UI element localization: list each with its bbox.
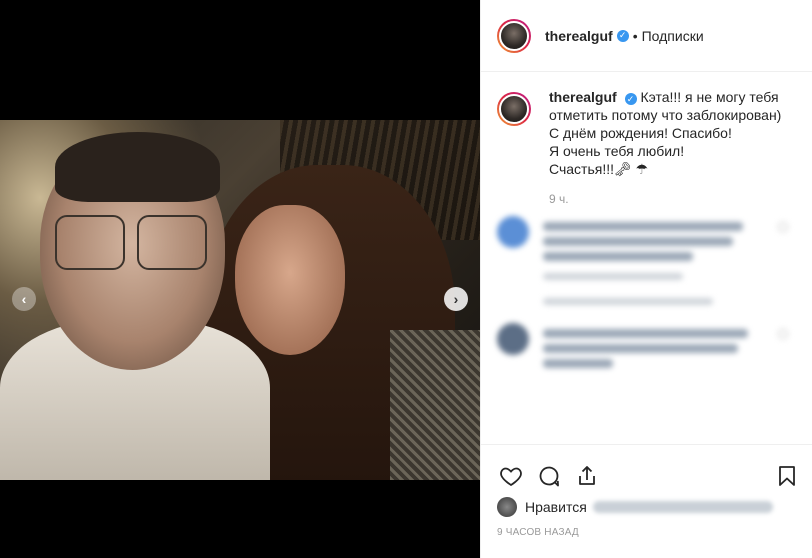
separator-dot: • [632,27,638,44]
woman-sweater [390,330,480,480]
post-sidebar: therealguf ✓ • Подписки therealguf ✓ Кэт… [480,0,812,558]
next-image-button[interactable]: › [444,287,468,311]
caption-line: отметить потому что заблокирован) [549,107,782,123]
comment-like-icon[interactable] [778,329,788,339]
liker-avatar[interactable] [497,497,517,517]
caption-username[interactable]: therealguf [549,89,617,105]
caption-line: Кэта!!! я не могу тебя [640,89,779,105]
author-username[interactable]: therealguf [545,28,613,44]
action-bar [481,445,812,495]
comment-meta [543,273,683,280]
comment-icon[interactable] [535,462,563,490]
comment-like-icon[interactable] [778,222,788,232]
comment-avatar[interactable] [497,216,529,248]
caption: therealguf ✓ Кэта!!! я не могу тебя отме… [481,72,812,178]
share-icon[interactable] [573,462,601,490]
heart-icon[interactable] [497,462,525,490]
man-hair [55,132,220,202]
caption-verified-badge-icon: ✓ [624,93,637,105]
actions-section: Нравится 9 ЧАСОВ НАЗАД [481,444,812,558]
likers-list[interactable] [592,501,773,513]
post-timestamp[interactable]: 9 ЧАСОВ НАЗАД [481,519,812,538]
likes-row: Нравится [481,495,812,519]
post-photo[interactable] [0,120,480,480]
previous-image-button[interactable]: ‹ [12,287,36,311]
caption-time: 9 ч. [549,192,569,206]
author-avatar[interactable] [497,18,531,53]
glasses [55,215,210,270]
comment-item [481,206,812,305]
post-media: ‹ › [0,0,480,558]
woman-face [235,205,345,355]
caption-line: Счастья!!!🗝 ☂ [549,161,649,177]
post-header: therealguf ✓ • Подписки [481,0,812,72]
comment-avatar[interactable] [497,323,529,355]
comment-item [481,313,812,374]
comment-body [543,216,763,305]
caption-avatar[interactable] [497,92,531,126]
following-button[interactable]: Подписки [642,28,704,44]
likes-label: Нравится [525,499,587,515]
caption-line: Я очень тебя любил! [549,143,685,159]
caption-line: С днём рождения! Спасибо! [549,125,732,141]
chevron-left-icon: ‹ [21,291,27,307]
comment-body [543,323,763,374]
chevron-right-icon: › [453,291,459,307]
view-replies[interactable] [543,298,713,305]
verified-badge-icon: ✓ [616,29,629,42]
bookmark-icon[interactable] [773,462,801,490]
caption-text: therealguf ✓ Кэта!!! я не могу тебя отме… [549,88,796,178]
